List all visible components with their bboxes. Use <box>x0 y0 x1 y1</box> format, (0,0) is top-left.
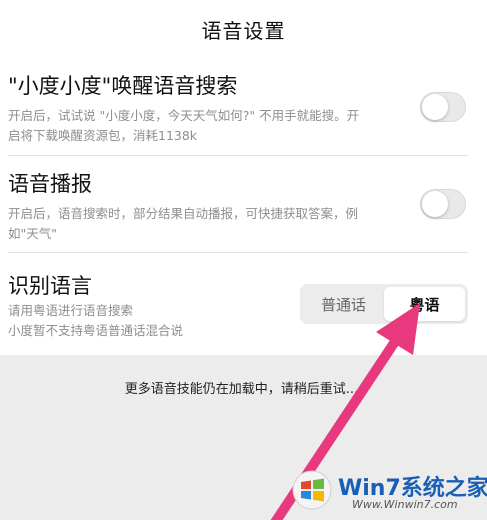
divider <box>8 252 468 253</box>
header-bar: 语音设置 <box>0 0 487 58</box>
desc-line: 开启后，试试说 "小度小度，今天天气如何?" 不用手就能搜。开 <box>8 108 360 123</box>
toggle-knob <box>422 191 448 217</box>
setting-voice-broadcast-title: 语音播报 <box>8 172 92 196</box>
language-segmented-control: 普通话 粤语 <box>300 284 468 324</box>
voice-broadcast-toggle[interactable] <box>420 189 466 219</box>
setting-wake-word-title: "小度小度"唤醒语音搜索 <box>8 74 238 98</box>
toggle-knob <box>422 94 448 120</box>
watermark: Win7系统之家 Www.Winwin7.com <box>290 466 487 518</box>
desc-line: 小度暂不支持粤语普通话混合说 <box>8 323 184 338</box>
wake-word-toggle[interactable] <box>420 92 466 122</box>
desc-line: 启将下载唤醒资源包，消耗1138k <box>8 128 198 143</box>
language-option-mandarin[interactable]: 普通话 <box>303 287 384 321</box>
desc-line: 如"天气" <box>8 226 57 241</box>
divider <box>8 155 468 156</box>
setting-voice-broadcast: 语音播报 开启后，语音搜索时，部分结果自动播报，可快捷获取答案，例 如"天气" <box>8 170 468 244</box>
setting-wake-word: "小度小度"唤醒语音搜索 开启后，试试说 "小度小度，今天天气如何?" 不用手就… <box>8 72 468 146</box>
setting-wake-word-desc: 开启后，试试说 "小度小度，今天天气如何?" 不用手就能搜。开 启将下载唤醒资源… <box>8 106 468 146</box>
loading-message: 更多语音技能仍在加载中，请稍后重试.... <box>124 382 363 397</box>
setting-voice-broadcast-desc: 开启后，语音搜索时，部分结果自动播报，可快捷获取答案，例 如"天气" <box>8 204 468 244</box>
desc-line: 开启后，语音搜索时，部分结果自动播报，可快捷获取答案，例 <box>8 206 359 221</box>
language-option-cantonese[interactable]: 粤语 <box>384 287 465 321</box>
windows-logo-icon <box>292 470 332 510</box>
watermark-url: Www.Winwin7.com <box>352 498 458 511</box>
page-title: 语音设置 <box>201 18 286 43</box>
